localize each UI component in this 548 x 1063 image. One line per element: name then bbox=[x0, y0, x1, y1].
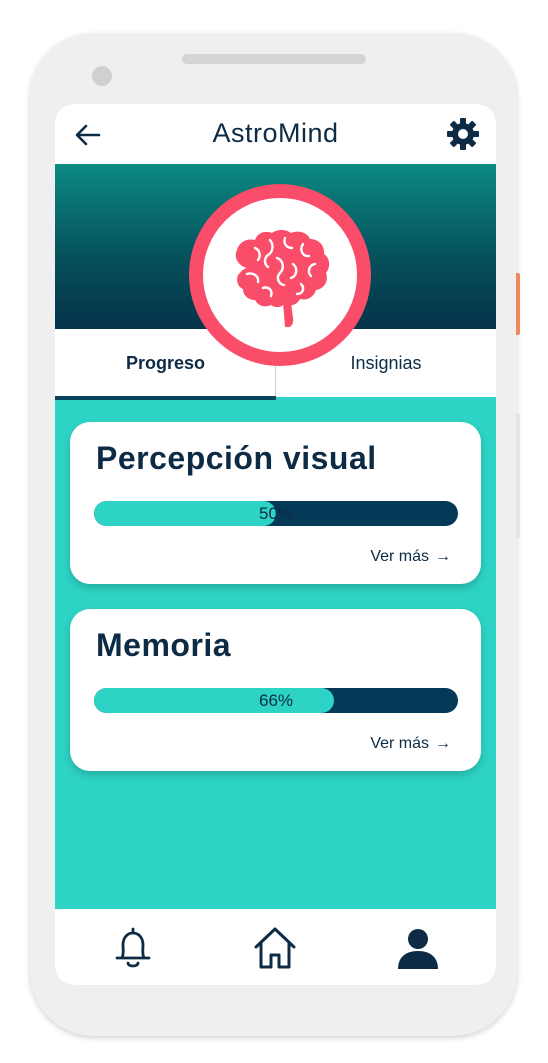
brain-icon bbox=[235, 230, 330, 328]
top-bar: AstroMind bbox=[55, 104, 496, 164]
phone-camera bbox=[92, 66, 112, 86]
bottom-nav bbox=[55, 909, 496, 985]
app-title: AstroMind bbox=[212, 118, 339, 148]
gear-icon[interactable] bbox=[445, 116, 481, 152]
ver-mas-text: Ver más bbox=[370, 735, 429, 752]
progress-bar-label: 66% bbox=[258, 691, 294, 710]
progress-card-memoria[interactable]: Memoria 66% Ver más → bbox=[70, 609, 481, 771]
user-icon[interactable] bbox=[395, 925, 441, 971]
side-button-volume bbox=[516, 413, 520, 538]
ver-mas-text: Ver más bbox=[370, 548, 429, 565]
active-tab-indicator bbox=[55, 396, 276, 400]
home-icon[interactable] bbox=[252, 925, 298, 971]
bell-icon[interactable] bbox=[110, 925, 156, 971]
card-title: Percepción visual bbox=[96, 440, 377, 476]
app-screen: AstroMind Progreso Insignias Percepción … bbox=[55, 104, 496, 985]
phone-speaker bbox=[182, 54, 366, 64]
progress-bar: 66% bbox=[94, 688, 458, 713]
progress-bar: 50% bbox=[94, 501, 458, 526]
ver-mas-link[interactable]: Ver más → bbox=[370, 735, 451, 753]
side-button-power bbox=[516, 273, 520, 335]
card-title: Memoria bbox=[96, 627, 232, 663]
ver-mas-link[interactable]: Ver más → bbox=[370, 548, 451, 566]
arrow-right-icon: → bbox=[435, 735, 451, 752]
progress-card-percepcion[interactable]: Percepción visual 50% Ver más → bbox=[70, 422, 481, 584]
progress-bar-label: 50% bbox=[258, 504, 294, 523]
arrow-right-icon: → bbox=[435, 548, 451, 565]
